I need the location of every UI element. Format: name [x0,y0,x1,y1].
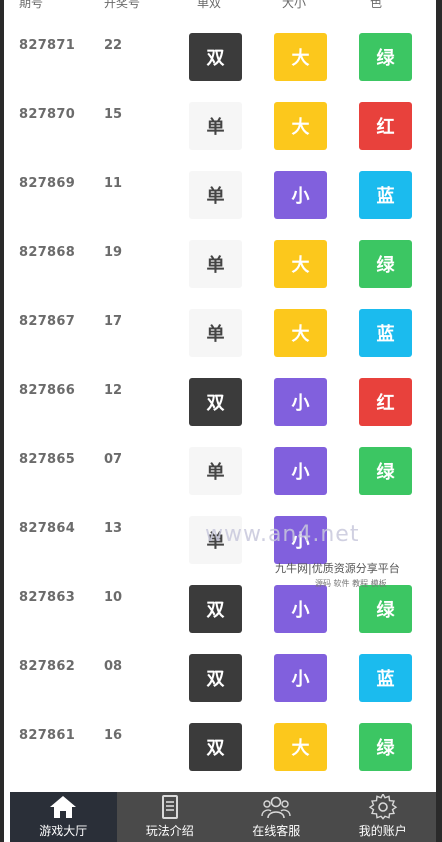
bottom-tab-bar: 游戏大厅 玩法介绍 在线客服 我的账户 [10,792,436,842]
tab-my-account[interactable]: 我的账户 [330,792,437,842]
tab-label: 我的账户 [358,824,407,838]
color-badge: 蓝 [359,309,412,357]
parity-badge: 双 [189,723,242,771]
draw-sum: 17 [104,314,123,329]
parity-badge: 单 [189,240,242,288]
header-parity: 单双 [197,0,222,10]
issue-number: 827865 [19,452,76,467]
issue-number: 827864 [19,521,76,536]
issue-number: 827870 [19,107,76,122]
parity-badge: 双 [189,585,242,633]
parity-badge: 双 [189,33,242,81]
issue-number: 827861 [19,728,76,743]
header-issue: 期号 [19,0,44,10]
issue-number: 827863 [19,590,76,605]
color-badge: 蓝 [359,654,412,702]
tab-label: 玩法介绍 [145,824,194,838]
draw-sum: 10 [104,590,123,605]
header-color: 色 [370,0,383,10]
color-badge: 红 [359,102,412,150]
table-row: 827867 17 单大蓝 [0,309,442,378]
tab-rules[interactable]: 玩法介绍 [117,792,224,842]
size-badge: 小 [274,585,327,633]
color-badge: 绿 [359,585,412,633]
issue-number: 827862 [19,659,76,674]
tab-label: 在线客服 [252,824,301,838]
parity-badge: 单 [189,447,242,495]
issue-number: 827867 [19,314,76,329]
draw-sum: 12 [104,383,123,398]
table-row: 827861 16 双大绿 [0,723,442,792]
document-icon [161,795,178,819]
size-badge: 大 [274,33,327,81]
size-badge: 小 [274,171,327,219]
draw-sum: 11 [104,176,123,191]
size-badge: 大 [274,240,327,288]
table-header: 期号 开奖号 单双 大小 色 [0,0,442,10]
header-sum: 开奖号 [104,0,141,10]
home-icon [50,796,77,818]
table-row: 827862 08 双小蓝 [0,654,442,723]
parity-badge: 单 [189,516,242,564]
draw-sum: 16 [104,728,123,743]
parity-badge: 双 [189,378,242,426]
table-row: 827866 12 双小红 [0,378,442,447]
table-row: 827864 13 单小 [0,516,442,585]
size-badge: 大 [274,723,327,771]
color-badge: 红 [359,378,412,426]
parity-badge: 单 [189,102,242,150]
table-row: 827869 11 单小蓝 [0,171,442,240]
group-icon [261,796,291,819]
size-badge: 小 [274,378,327,426]
size-badge: 大 [274,309,327,357]
color-badge: 蓝 [359,171,412,219]
tab-game-hall[interactable]: 游戏大厅 [10,792,117,842]
draw-sum: 08 [104,659,123,674]
table-row: 827865 07 单小绿 [0,447,442,516]
table-row: 827871 22 双大绿 [0,33,442,102]
table-row: 827870 15 单大红 [0,102,442,171]
gear-icon [368,794,397,820]
draw-sum: 07 [104,452,123,467]
size-badge: 大 [274,102,327,150]
parity-badge: 单 [189,171,242,219]
table-row: 827868 19 单大绿 [0,240,442,309]
table-row: 827863 10 双小绿 [0,585,442,654]
color-badge: 绿 [359,723,412,771]
tab-label: 游戏大厅 [39,824,88,838]
draw-sum: 19 [104,245,123,260]
tab-support[interactable]: 在线客服 [223,792,330,842]
parity-badge: 单 [189,309,242,357]
header-size: 大小 [282,0,307,10]
color-badge: 绿 [359,33,412,81]
draw-sum: 15 [104,107,123,122]
parity-badge: 双 [189,654,242,702]
issue-number: 827871 [19,38,76,53]
issue-number: 827866 [19,383,76,398]
size-badge: 小 [274,654,327,702]
issue-number: 827869 [19,176,76,191]
draw-sum: 13 [104,521,123,536]
size-badge: 小 [274,447,327,495]
color-badge: 绿 [359,447,412,495]
issue-number: 827868 [19,245,76,260]
draw-sum: 22 [104,38,123,53]
size-badge: 小 [274,516,327,564]
color-badge: 绿 [359,240,412,288]
